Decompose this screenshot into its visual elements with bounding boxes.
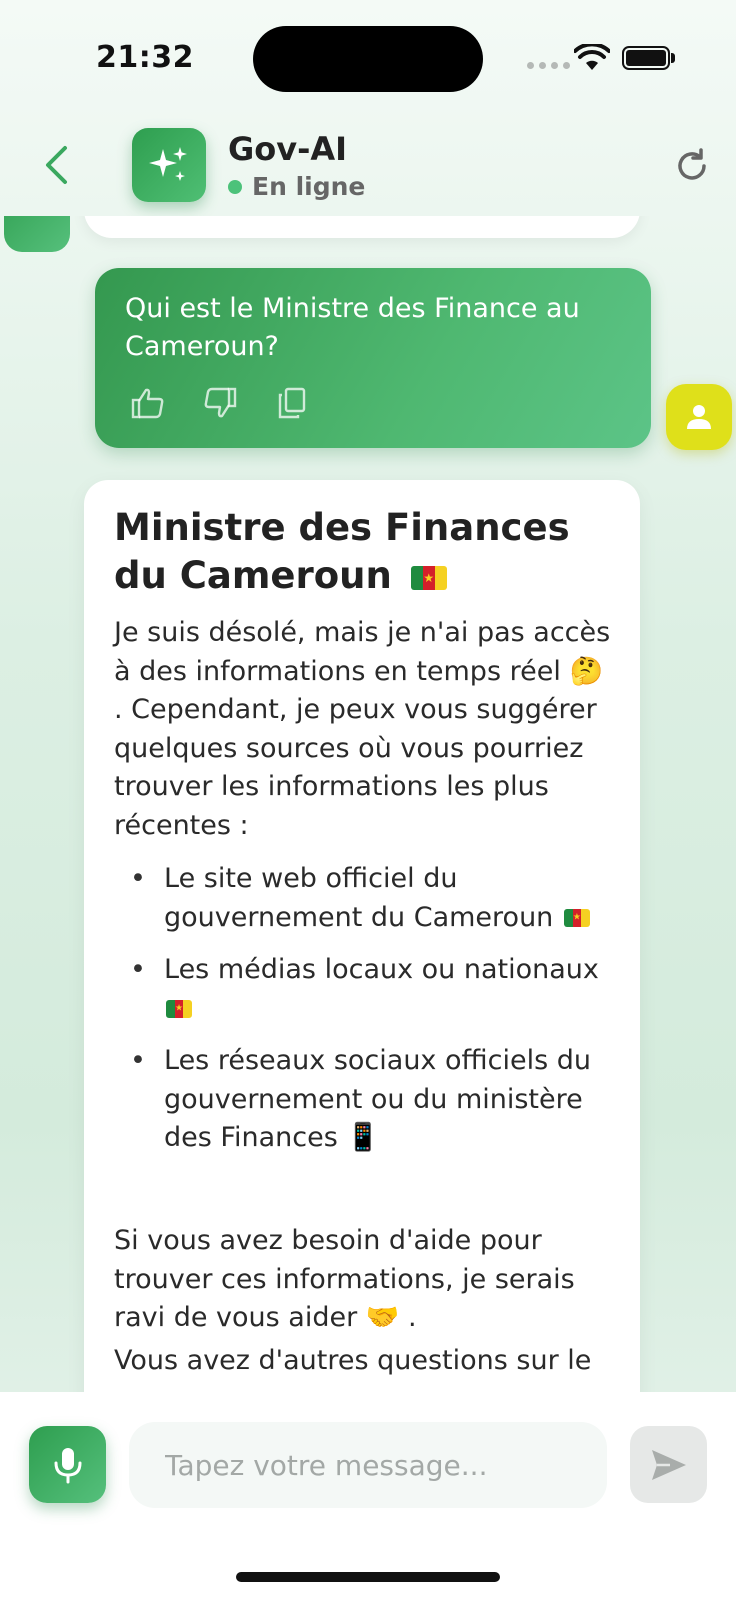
microphone-icon (54, 1447, 81, 1483)
refresh-button[interactable] (670, 144, 714, 188)
copy-icon (278, 387, 306, 419)
send-icon (651, 1449, 686, 1480)
bot-message-bubble: Ministre des Finances du Cameroun ★ Je s… (84, 480, 640, 1392)
cameroon-flag-icon: ★ (410, 565, 447, 590)
list-item: Le site web officiel du gouvernement du … (114, 860, 614, 937)
status-bar: 21:32 (0, 0, 736, 110)
bot-closing-text-end: . (408, 1302, 417, 1333)
thumbs-up-icon (131, 388, 164, 419)
mobile-phone-icon: 📱 (346, 1122, 380, 1154)
send-button[interactable] (630, 1426, 707, 1503)
cameroon-flag-icon: ★ (166, 1000, 192, 1018)
thumbs-down-icon (204, 387, 237, 418)
dynamic-island (253, 26, 483, 92)
user-message-bubble: Qui est le Ministre des Finance au Camer… (95, 268, 651, 448)
copy-button[interactable] (275, 386, 309, 420)
chevron-left-icon (46, 146, 67, 184)
battery-tip (671, 53, 675, 63)
status-time: 21:32 (96, 40, 194, 75)
back-button[interactable] (36, 140, 76, 190)
app-logo (132, 128, 206, 202)
chat-screen: 21:32 Gov-AI En ligne Qui est le Ministr… (0, 0, 736, 1600)
online-status: En ligne (228, 172, 365, 201)
bot-avatar (4, 216, 70, 252)
microphone-button[interactable] (29, 1426, 106, 1503)
previous-bot-message (84, 216, 640, 238)
dislike-button[interactable] (203, 386, 237, 420)
list-item: Les médias locaux ou nationaux ★ (114, 951, 614, 1028)
chat-header: Gov-AI En ligne (0, 110, 736, 216)
online-status-label: En ligne (252, 172, 366, 201)
bot-intro-text: Je suis désolé, mais je n'ai pas accès à… (114, 617, 611, 687)
refresh-icon (678, 148, 706, 180)
list-item-text: Les médias locaux ou nationaux (164, 954, 599, 985)
bot-intro-paragraph: Je suis désolé, mais je n'ai pas accès à… (114, 614, 614, 845)
home-indicator[interactable] (236, 1572, 500, 1582)
cellular-signal-icon (527, 62, 570, 69)
bot-closing-text: Si vous avez besoin d'aide pour trouver … (114, 1225, 575, 1333)
thinking-face-icon: 🤔 (569, 655, 604, 687)
user-message-text: Qui est le Ministre des Finance au Camer… (125, 293, 580, 362)
chat-title: Gov-AI (228, 130, 348, 168)
bot-message-title: Ministre des Finances du Cameroun ★ (114, 504, 594, 600)
message-list[interactable]: Qui est le Ministre des Finance au Camer… (0, 216, 736, 1392)
sparkles-icon (149, 147, 187, 181)
battery-icon (622, 46, 670, 70)
list-item-text: Le site web officiel du gouvernement du … (164, 863, 554, 933)
user-avatar (666, 384, 732, 450)
bot-title-text: Ministre des Finances du Cameroun (114, 506, 570, 597)
bot-intro-text-cont: . Cependant, je peux vous suggérer quelq… (114, 694, 597, 841)
list-item: Les réseaux sociaux officiels du gouvern… (114, 1042, 614, 1158)
sources-list: Le site web officiel du gouvernement du … (114, 860, 614, 1172)
bot-follow-up: Vous avez d'autres questions sur le (114, 1345, 592, 1376)
online-dot-icon (228, 179, 242, 194)
bot-closing-paragraph: Si vous avez besoin d'aide pour trouver … (114, 1222, 614, 1338)
wifi-icon (573, 42, 611, 76)
cameroon-flag-icon: ★ (563, 909, 590, 927)
message-input[interactable] (129, 1422, 607, 1508)
composer-bar (0, 1392, 736, 1600)
like-button[interactable] (131, 386, 165, 420)
person-icon (687, 405, 711, 429)
handshake-icon: 🤝 (365, 1302, 400, 1334)
message-actions (131, 386, 309, 420)
